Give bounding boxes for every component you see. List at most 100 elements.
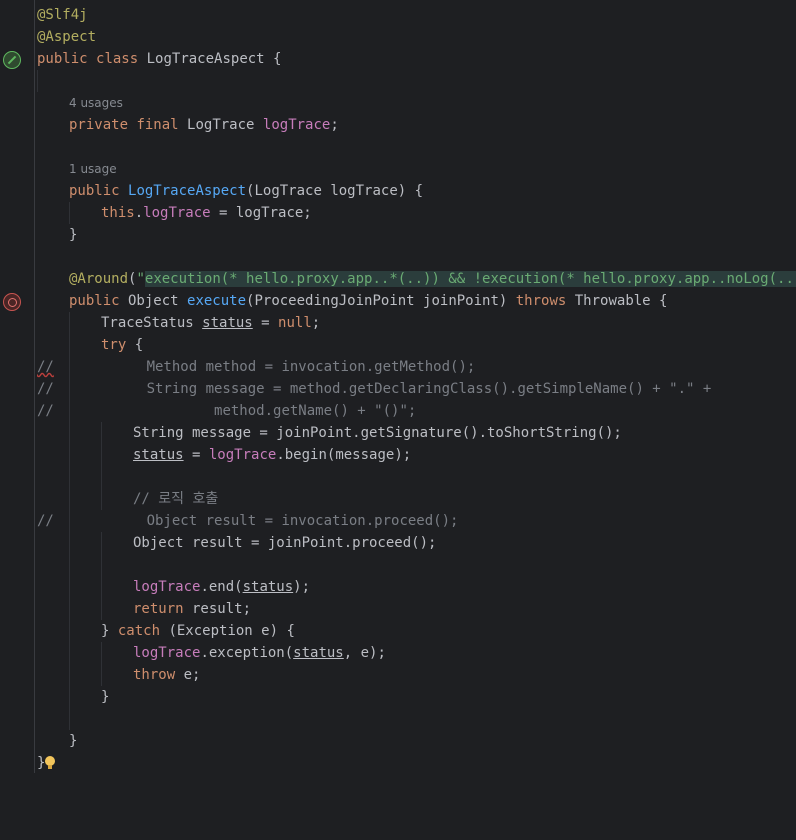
variable-name: status <box>242 579 294 595</box>
code-text: Object result = joinPoint.proceed(); <box>133 535 437 551</box>
code-line-4[interactable] <box>0 70 796 92</box>
indent-guide <box>101 554 102 576</box>
code-line-19[interactable]: status = logTrace.begin(message); <box>0 444 796 466</box>
field-name: logTrace <box>143 205 211 221</box>
code-line-32[interactable]: } <box>0 730 796 752</box>
keyword: try <box>101 337 127 353</box>
commented-code: Object result = invocation.proceed(); <box>146 513 459 529</box>
code-text: = <box>252 315 279 331</box>
indent-guide <box>69 488 70 510</box>
code-text: } <box>69 733 78 749</box>
keyword: this <box>101 205 135 221</box>
code-line-14[interactable]: try { <box>0 334 796 356</box>
code-text: e; <box>175 667 201 683</box>
code-line-6[interactable] <box>0 136 796 158</box>
code-area[interactable]: @Slf4j @Aspect public class LogTraceAspe… <box>0 4 796 774</box>
code-text: .end( <box>200 579 243 595</box>
code-text: { <box>126 337 144 353</box>
code-line-29[interactable]: throw e; <box>0 664 796 686</box>
code-text: } <box>69 227 78 243</box>
lightbulb-icon[interactable] <box>45 756 55 769</box>
code-line-15[interactable]: // Method method = invocation.getMethod(… <box>0 356 796 378</box>
usages-hint[interactable]: 1 usage <box>69 162 117 176</box>
code-line-1[interactable]: @Slf4j <box>0 4 796 26</box>
indent-guide <box>101 532 102 554</box>
commented-code: Method method = invocation.getMethod(); <box>146 359 476 375</box>
code-line-30[interactable]: } <box>0 686 796 708</box>
commented-code: method.getName() + "()"; <box>214 403 417 419</box>
code-line-26[interactable]: return result; <box>0 598 796 620</box>
indent-guide <box>101 598 102 620</box>
code-line-20[interactable] <box>0 466 796 488</box>
code-line-10[interactable] <box>0 246 796 268</box>
code-line-16[interactable]: // String message = method.getDeclaringC… <box>0 378 796 400</box>
code-text: . <box>134 205 144 221</box>
indent-guide <box>69 466 70 488</box>
usages-hint-line[interactable]: 1 usage <box>0 158 796 180</box>
code-line-8[interactable]: this.logTrace = logTrace; <box>0 202 796 224</box>
code-text: String message = joinPoint.getSignature(… <box>133 425 622 441</box>
code-line-24[interactable] <box>0 554 796 576</box>
method-name: execute <box>187 293 247 309</box>
string-quote: " <box>136 271 145 287</box>
indent-guide <box>69 598 70 620</box>
code-text: = logTrace; <box>210 205 312 221</box>
code-line-18[interactable]: String message = joinPoint.getSignature(… <box>0 422 796 444</box>
code-line-22[interactable]: // Object result = invocation.proceed(); <box>0 510 796 532</box>
constructor-name: LogTraceAspect <box>128 183 247 199</box>
comment-marker: // <box>37 403 54 419</box>
field-name: logTrace <box>133 579 201 595</box>
keyword: throw <box>133 667 176 683</box>
spring-bean-icon[interactable] <box>3 51 21 69</box>
code-text: .exception( <box>200 645 294 661</box>
code-line-33[interactable]: } <box>0 752 796 774</box>
code-line-9[interactable]: } <box>0 224 796 246</box>
keyword: class <box>96 51 139 67</box>
code-line-11[interactable]: @Around("execution(* hello.proxy.app..*(… <box>0 268 796 290</box>
code-line-31[interactable] <box>0 708 796 730</box>
indent-guide <box>69 422 70 444</box>
indent-guide <box>69 334 70 356</box>
indent-guide <box>69 312 70 334</box>
usages-hint-line[interactable]: 4 usages <box>0 92 796 114</box>
code-line-12[interactable]: public Object execute(ProceedingJoinPoin… <box>0 290 796 312</box>
field-name: logTrace <box>262 117 331 133</box>
code-line-28[interactable]: logTrace.exception(status, e); <box>0 642 796 664</box>
code-text: Throwable { <box>566 293 668 309</box>
type-name: TraceStatus <box>101 315 203 331</box>
code-text: result; <box>183 601 252 617</box>
indent-guide <box>69 576 70 598</box>
code-line-7[interactable]: public LogTraceAspect(LogTrace logTrace)… <box>0 180 796 202</box>
code-line-27[interactable]: } catch (Exception e) { <box>0 620 796 642</box>
aop-advice-icon[interactable] <box>3 293 21 311</box>
code-line-13[interactable]: TraceStatus status = null; <box>0 312 796 334</box>
indent-guide <box>101 422 102 444</box>
indent-guide <box>101 466 102 488</box>
indent-guide <box>101 576 102 598</box>
code-text: } <box>101 689 110 705</box>
keyword: public <box>69 183 120 199</box>
code-line-5[interactable]: private final LogTrace logTrace; <box>0 114 796 136</box>
code-line-2[interactable]: @Aspect <box>0 26 796 48</box>
indent-guide <box>69 532 70 554</box>
keyword: null <box>278 315 312 331</box>
annotation-aspect: @Aspect <box>37 29 97 45</box>
code-line-23[interactable]: Object result = joinPoint.proceed(); <box>0 532 796 554</box>
keyword: return <box>133 601 184 617</box>
indent-guide <box>69 444 70 466</box>
keyword: final <box>136 117 179 133</box>
code-text: ; <box>311 315 321 331</box>
annotation-around: @Around <box>69 271 129 287</box>
code-editor[interactable]: @Slf4j @Aspect public class LogTraceAspe… <box>0 0 796 773</box>
indent-guide <box>69 202 70 224</box>
indent-guide <box>69 686 70 708</box>
code-line-3[interactable]: public class LogTraceAspect { <box>0 48 796 70</box>
code-text: .begin(message); <box>276 447 412 463</box>
code-line-21[interactable]: // 로직 호출 <box>0 488 796 510</box>
usages-hint[interactable]: 4 usages <box>69 96 123 110</box>
code-line-25[interactable]: logTrace.end(status); <box>0 576 796 598</box>
code-line-17[interactable]: // method.getName() + "()"; <box>0 400 796 422</box>
indent-guide <box>101 642 102 664</box>
